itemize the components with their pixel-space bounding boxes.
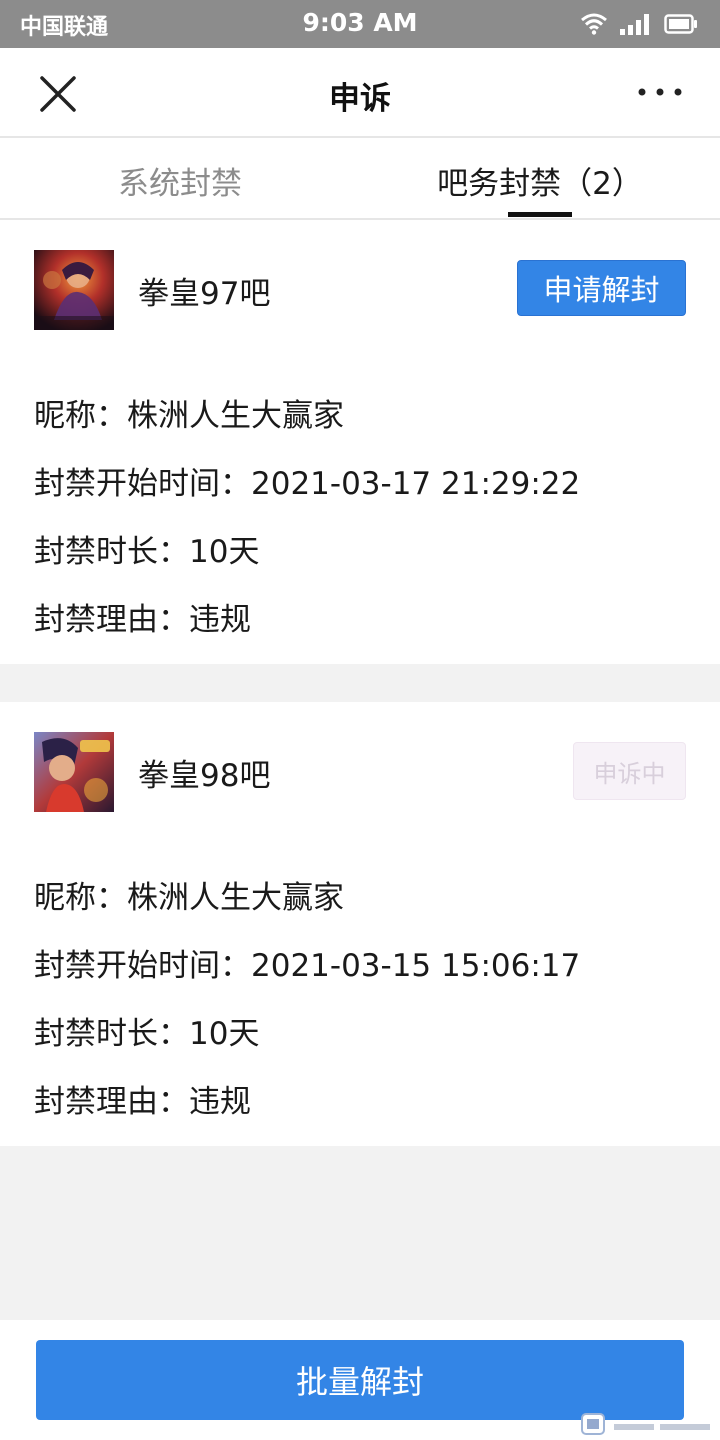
forum-avatar: [34, 250, 114, 330]
ban-card: 拳皇97吧 申请解封 昵称：株洲人生大赢家 封禁开始时间：2021-03-17 …: [0, 220, 720, 664]
forum-name[interactable]: 拳皇98吧: [138, 750, 270, 795]
nav-bar: 申诉: [0, 48, 720, 138]
active-tab-indicator: [508, 212, 572, 217]
ban-start-row: 封禁开始时间：2021-03-15 15:06:17: [34, 948, 581, 984]
ban-card: 拳皇98吧 申诉中 昵称：株洲人生大赢家 封禁开始时间：2021-03-15 1…: [0, 702, 720, 1146]
watermark: [581, 1413, 720, 1435]
more-icon[interactable]: [636, 84, 684, 100]
battery-icon: [664, 14, 697, 34]
status-bar: 中国联通 9:03 AM: [0, 0, 720, 48]
forum-name[interactable]: 拳皇97吧: [138, 268, 270, 313]
ban-start-row: 封禁开始时间：2021-03-17 21:29:22: [34, 466, 581, 502]
signal-icon: [620, 14, 649, 35]
nickname-row: 昵称：株洲人生大赢家: [34, 880, 344, 916]
ban-reason-row: 封禁理由：违规: [34, 602, 251, 638]
tab-forum-ban[interactable]: 吧务封禁（2）: [360, 158, 720, 203]
appeal-pending-button: 申诉中: [573, 742, 686, 800]
wifi-icon: [581, 13, 607, 35]
nickname-row: 昵称：株洲人生大赢家: [34, 398, 344, 434]
status-icons: [580, 11, 698, 37]
tab-system-ban[interactable]: 系统封禁: [0, 158, 360, 203]
forum-avatar: [34, 732, 114, 812]
tab-bar: 系统封禁 吧务封禁（2）: [0, 138, 720, 220]
ban-duration-row: 封禁时长：10天: [34, 534, 260, 570]
request-unban-button[interactable]: 申请解封: [517, 260, 686, 316]
page-title: 申诉: [329, 81, 391, 117]
ban-duration-row: 封禁时长：10天: [34, 1016, 260, 1052]
ban-reason-row: 封禁理由：违规: [34, 1084, 251, 1120]
